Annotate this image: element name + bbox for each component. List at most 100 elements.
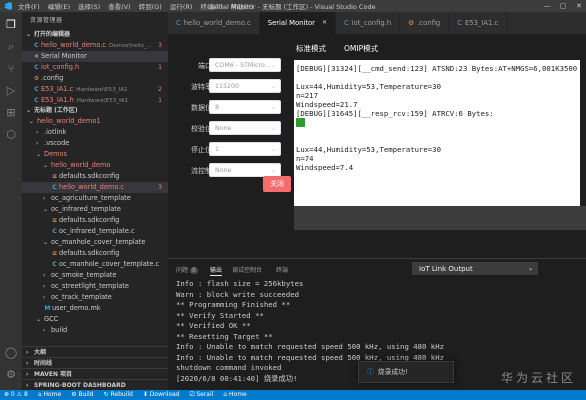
parity-select[interactable]: None ⌄	[209, 121, 281, 135]
tree-item[interactable]: ⌄ hello_world_demo	[22, 160, 168, 171]
output-channel-value: IoT Link Output	[419, 265, 473, 273]
iot-icon[interactable]: ⬡	[4, 128, 18, 142]
c-file-icon: C	[344, 19, 349, 27]
tree-item[interactable]: › oc_agriculture_template	[22, 193, 168, 204]
maven-section[interactable]: › MAVEN 项目	[22, 368, 168, 379]
chevron-down-icon: ⌄	[270, 125, 276, 132]
problems-label: 问题	[176, 267, 189, 274]
open-editor-item[interactable]: ✕ Serial Monitor	[22, 51, 168, 62]
close-tab-icon[interactable]: ✕	[322, 12, 327, 34]
menu-run[interactable]: 运行(R)	[170, 1, 193, 11]
spring-boot-section[interactable]: › SPRING-BOOT DASHBOARD	[22, 379, 168, 390]
status-item[interactable]: ⎚ Serail	[190, 390, 214, 400]
notification-toast[interactable]: ⓘ 烧录成功!	[358, 361, 454, 383]
tree-item[interactable]: › oc_smoke_template	[22, 270, 168, 281]
tree-item[interactable]: › .vscode	[22, 138, 168, 149]
tab-omip-mode[interactable]: OMIP模式	[344, 43, 378, 54]
workspace-header[interactable]: ⌄ 无标题 (工作区)	[22, 106, 168, 116]
close-icon[interactable]: ✕	[32, 51, 41, 62]
status-bar: ⊗ 0 ⚠ 8 ⌂ Home ⚙ Build ↻ Rebuild ⬇ Download ⎚…	[0, 390, 586, 400]
status-item[interactable]: ↻ Rebuild	[104, 390, 133, 400]
port-value: COM6 - STMicro...	[215, 62, 271, 69]
tab-debug-console[interactable]: 调试控制台	[232, 265, 262, 274]
tree-item[interactable]: ≡ defaults.sdkconfig	[22, 171, 168, 182]
menu-edit[interactable]: 编辑(E)	[48, 1, 70, 11]
tree-item-name: oc_manhole_cover_template	[51, 238, 146, 246]
tree-item[interactable]: ≡ defaults.sdkconfig	[22, 248, 168, 259]
output-channel-select[interactable]: IoT Link Output ⌄	[412, 262, 538, 275]
menu-help[interactable]: 帮助(H)	[230, 1, 253, 11]
extensions-icon[interactable]: ⊞	[4, 106, 18, 120]
tree-item[interactable]: Muser_demo.mk	[22, 303, 168, 314]
tab-terminal[interactable]: 终端	[276, 265, 288, 274]
open-editor-item[interactable]: Chello_world_demo.c Demos\hello_... 3	[22, 40, 168, 51]
open-editor-item[interactable]: C E53_IA1.h Hardware\E53_IA1 1	[22, 95, 168, 106]
close-port-button[interactable]: 关闭	[263, 176, 291, 192]
stopbits-select[interactable]: 1 ⌄	[209, 142, 281, 156]
open-editor-item[interactable]: ⚙ .config	[22, 73, 168, 84]
tree-item[interactable]: ⌄ oc_infrared_template	[22, 204, 168, 215]
tree-item[interactable]: Coc_manhole_cover_template.c	[22, 259, 168, 270]
search-icon[interactable]: ⌕	[4, 40, 18, 54]
editor-tab[interactable]: Serial Monitor ✕	[259, 12, 337, 34]
editor-tab[interactable]: ⚙ .config	[400, 12, 450, 34]
maximize-button[interactable]: ▢	[556, 0, 570, 12]
menu-view[interactable]: 查看(V)	[108, 1, 131, 11]
editor-tab[interactable]: Ciot_config.h	[336, 12, 401, 34]
run-debug-icon[interactable]: ▷	[4, 84, 18, 98]
output-line: Info : Unable to match requested speed 5…	[176, 342, 444, 351]
output-line: ** Verify Started **	[176, 310, 264, 320]
port-select[interactable]: COM6 - STMicro... ⌄	[209, 58, 281, 72]
flowcontrol-select[interactable]: None ⌄	[209, 163, 281, 177]
tree-item-name: .iotlink	[44, 128, 67, 136]
tree-item[interactable]: › .iotlink	[22, 127, 168, 138]
tree-item[interactable]: Coc_infrared_template.c	[22, 226, 168, 237]
tree-item[interactable]: ⌄ GCC	[22, 314, 168, 325]
timeline-section[interactable]: › 时间线	[22, 357, 168, 368]
tree-item[interactable]: › oc_streetlight_template	[22, 281, 168, 292]
tab-label: .config	[417, 19, 441, 27]
tree-item[interactable]: ≡ defaults.sdkconfig	[22, 215, 168, 226]
menu-file[interactable]: 文件(F)	[18, 1, 40, 11]
menu-selection[interactable]: 选择(S)	[78, 1, 100, 11]
open-editor-item[interactable]: Ciot_config.h 1	[22, 62, 168, 73]
received-data-area[interactable]: [DEBUG][31324][__cmd_send:123] ATSND:23 …	[294, 60, 580, 230]
menu-terminal[interactable]: 终端(T)	[200, 1, 222, 11]
tree-item[interactable]: ⌄ Demos	[22, 149, 168, 160]
chevron-down-icon: ⌄	[270, 146, 276, 153]
baudrate-select[interactable]: 115200 ⌄	[209, 79, 281, 93]
source-control-icon[interactable]: ⑂	[4, 62, 18, 76]
files-icon[interactable]: ❐	[4, 18, 18, 32]
open-editors-header[interactable]: ⌄ 打开的编辑器	[22, 30, 168, 40]
outline-section[interactable]: › 大纲	[22, 346, 168, 357]
tree-item-name: oc_streetlight_template	[51, 282, 129, 290]
tree-item[interactable]: › oc_track_template	[22, 292, 168, 303]
open-editor-item[interactable]: C E53_IA1.c Hardware\E53_IA1 2	[22, 84, 168, 95]
tab-problems[interactable]: 问题 8	[176, 265, 198, 274]
tree-item-name: hello_world_demo.c	[59, 183, 124, 191]
editor-tab[interactable]: C E53_IA1.c	[449, 12, 508, 34]
databits-select[interactable]: 8 ⌄	[209, 100, 281, 114]
status-item[interactable]: ⚙ Build	[71, 390, 93, 400]
status-item[interactable]: ⬇ Download	[143, 390, 180, 400]
parity-label: 校验位	[191, 125, 212, 133]
tree-item[interactable]: Chello_world_demo.c 3	[22, 182, 168, 193]
received-line-text: Lux=44,Humidity=53,Temperature=30	[296, 82, 441, 91]
tree-item[interactable]: ⌄ oc_manhole_cover_template	[22, 237, 168, 248]
close-window-button[interactable]: ✕	[572, 0, 586, 12]
minimize-button[interactable]: —	[540, 0, 554, 12]
status-item[interactable]: ⌂ Home	[38, 390, 61, 400]
send-input[interactable]	[294, 206, 586, 230]
account-icon[interactable]: ◯	[4, 346, 18, 360]
tree-item[interactable]: ⌄ hello_world_demo1	[22, 116, 168, 127]
menu-go[interactable]: 转到(G)	[139, 1, 162, 11]
tab-standard-mode[interactable]: 标准模式	[296, 43, 326, 54]
status-item[interactable]: ⌂ Home	[223, 390, 246, 400]
status-item[interactable]: ⊗ 0 ⚠ 8	[4, 390, 28, 400]
settings-icon[interactable]: ⚙	[4, 368, 18, 382]
tree-item[interactable]: › build	[22, 325, 168, 336]
tab-output[interactable]: 输出	[210, 265, 223, 276]
tree-item-name: GCC	[44, 315, 59, 323]
chevron-down-icon: ⌄	[43, 162, 49, 169]
editor-tab[interactable]: Chello_world_demo.c	[168, 12, 260, 34]
